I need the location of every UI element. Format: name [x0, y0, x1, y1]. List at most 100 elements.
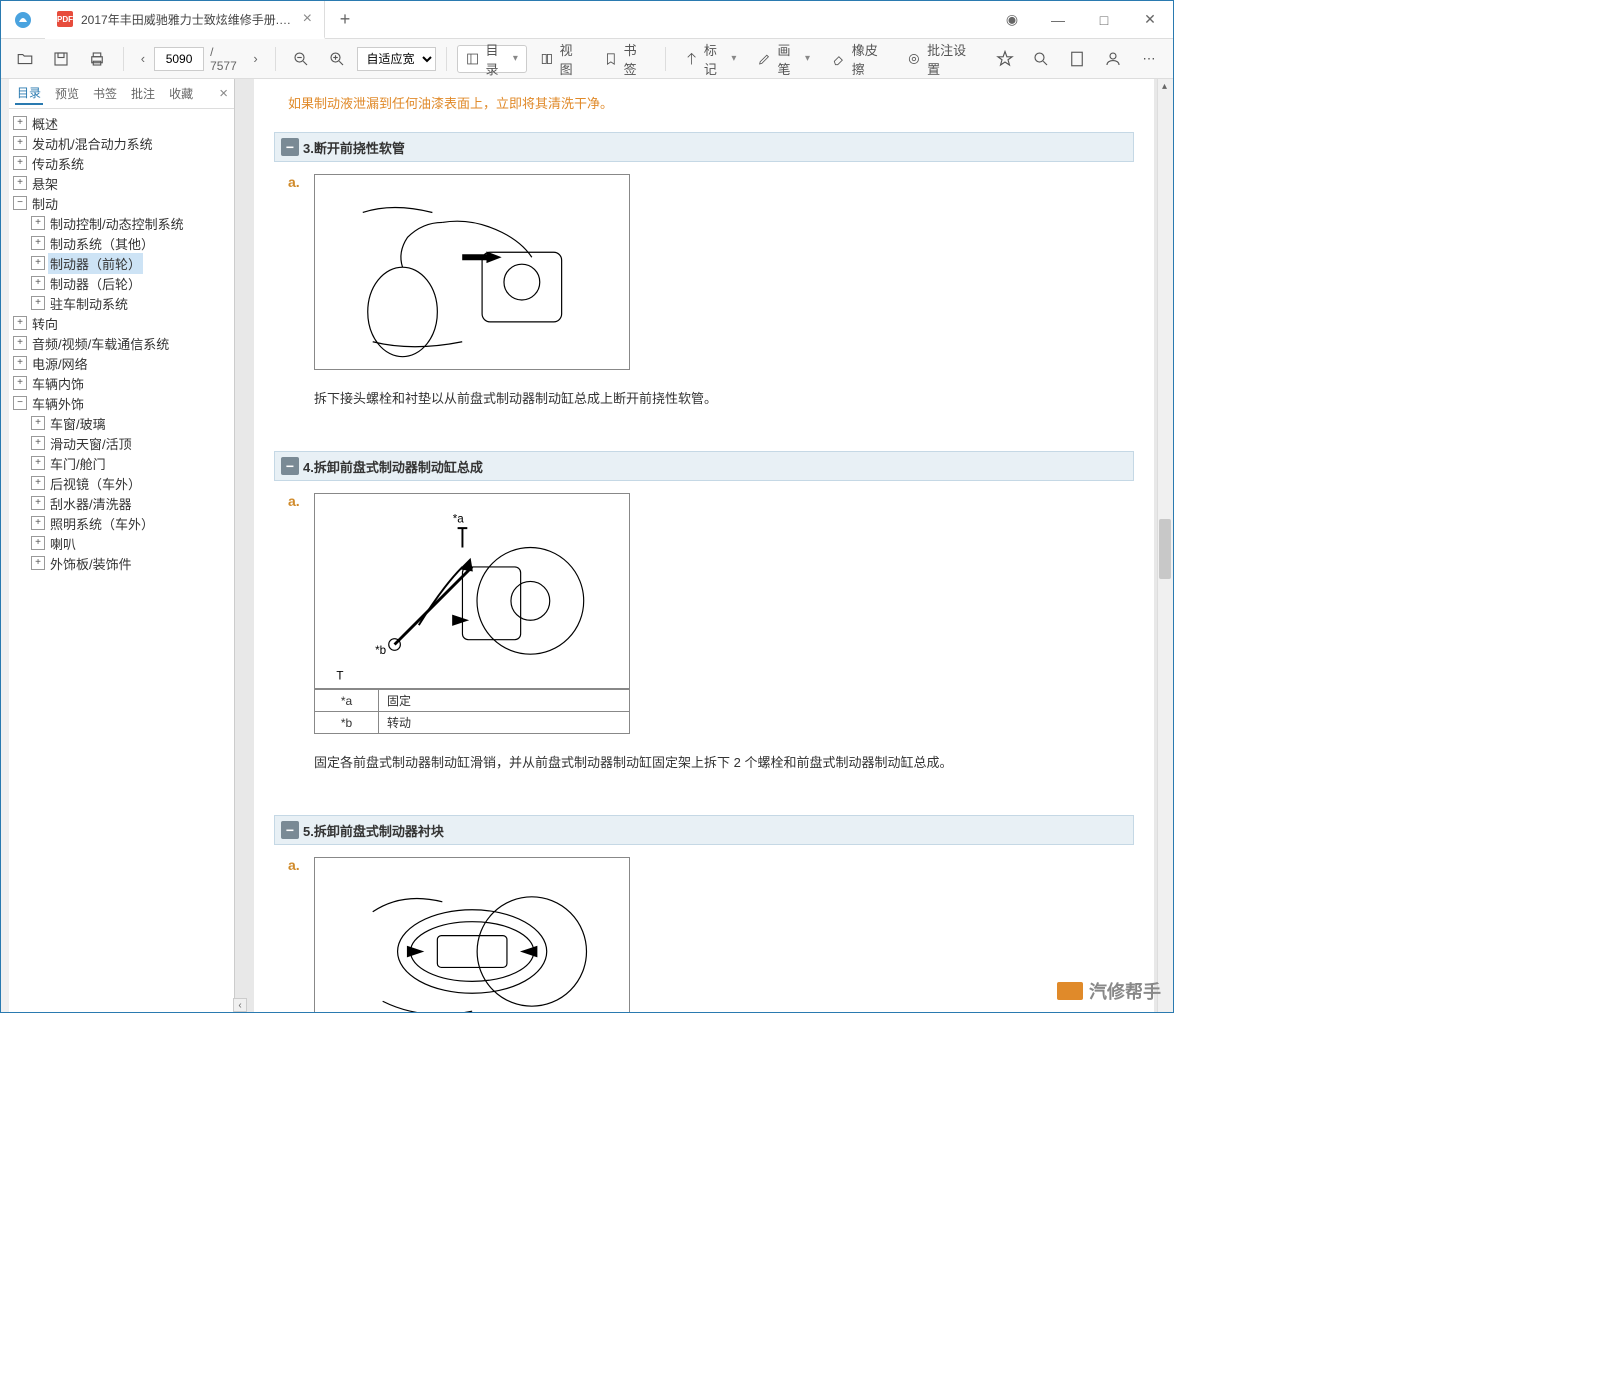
- outline-item[interactable]: +传动系统: [9, 153, 234, 173]
- search-button[interactable]: [1025, 45, 1057, 73]
- bookmark-button[interactable]: 书签: [595, 45, 655, 73]
- outline-item[interactable]: +驻车制动系统: [9, 293, 234, 313]
- expand-icon[interactable]: +: [31, 476, 45, 490]
- expand-icon[interactable]: +: [13, 176, 27, 190]
- scrollbar-thumb[interactable]: [1159, 519, 1171, 579]
- toolbar: ‹ / 7577 › 自适应宽 目录 ▾ 视图 书签 标记 ▾: [1, 39, 1173, 79]
- svg-text:T: T: [336, 669, 343, 682]
- view-button[interactable]: 视图: [531, 45, 591, 73]
- collapse-icon[interactable]: −: [13, 396, 27, 410]
- account-button[interactable]: [1097, 45, 1129, 73]
- expand-icon[interactable]: +: [13, 156, 27, 170]
- outline-item[interactable]: +转向: [9, 313, 234, 333]
- mark-button[interactable]: 标记 ▾: [676, 45, 746, 73]
- outline-item[interactable]: −制动: [9, 193, 234, 213]
- maximize-button[interactable]: □: [1081, 1, 1127, 39]
- outline-item[interactable]: +概述: [9, 113, 234, 133]
- side-tab-outline[interactable]: 目录: [15, 82, 43, 105]
- expand-icon[interactable]: +: [13, 376, 27, 390]
- outline-item[interactable]: +发动机/混合动力系统: [9, 133, 234, 153]
- section-header[interactable]: − 3.断开前挠性软管: [274, 132, 1134, 162]
- outline-item[interactable]: +车辆内饰: [9, 373, 234, 393]
- vertical-scrollbar[interactable]: ▴: [1157, 79, 1173, 1012]
- collapse-icon[interactable]: −: [281, 138, 299, 156]
- expand-icon[interactable]: +: [31, 456, 45, 470]
- annotation-settings-button[interactable]: 批注设置: [898, 45, 981, 73]
- expand-icon[interactable]: +: [31, 536, 45, 550]
- expand-icon[interactable]: +: [31, 216, 45, 230]
- expand-icon[interactable]: +: [13, 356, 27, 370]
- side-tab-annot[interactable]: 批注: [129, 83, 157, 104]
- next-page-button[interactable]: ›: [246, 47, 264, 71]
- collapse-icon[interactable]: −: [13, 196, 27, 210]
- close-panel-icon[interactable]: ×: [219, 85, 228, 102]
- tab-close-icon[interactable]: ×: [303, 10, 312, 28]
- outline-item[interactable]: +外饰板/装饰件: [9, 553, 234, 573]
- content-viewport[interactable]: 如果制动液泄漏到任何油漆表面上，立即将其清洗干净。 − 3.断开前挠性软管 a.: [235, 79, 1173, 1012]
- outline-item[interactable]: +喇叭: [9, 533, 234, 553]
- expand-icon[interactable]: +: [31, 236, 45, 250]
- expand-icon[interactable]: +: [13, 136, 27, 150]
- side-tab-fav[interactable]: 收藏: [167, 83, 195, 104]
- step-label: a.: [288, 857, 300, 873]
- outline-label: 后视镜（车外）: [48, 473, 143, 494]
- section-header[interactable]: − 5.拆卸前盘式制动器衬块: [274, 815, 1134, 845]
- expand-icon[interactable]: +: [13, 316, 27, 330]
- expand-icon[interactable]: +: [31, 436, 45, 450]
- section-title: 3.断开前挠性软管: [303, 138, 405, 157]
- page-button[interactable]: [1061, 45, 1093, 73]
- zoom-select[interactable]: 自适应宽: [357, 47, 436, 71]
- outline-item[interactable]: +制动系统（其他）: [9, 233, 234, 253]
- save-button[interactable]: [45, 45, 77, 73]
- more-button[interactable]: ⋯: [1133, 45, 1165, 73]
- section-header[interactable]: − 4.拆卸前盘式制动器制动缸总成: [274, 451, 1134, 481]
- record-icon[interactable]: ◉: [989, 1, 1035, 39]
- panel-resize-handle[interactable]: ‹: [233, 998, 247, 1012]
- outline-item[interactable]: +照明系统（车外）: [9, 513, 234, 533]
- page-input[interactable]: [154, 47, 204, 71]
- outline-item[interactable]: +刮水器/清洗器: [9, 493, 234, 513]
- outline-item[interactable]: +制动控制/动态控制系统: [9, 213, 234, 233]
- open-file-button[interactable]: [9, 45, 41, 73]
- close-window-button[interactable]: ✕: [1127, 1, 1173, 39]
- expand-icon[interactable]: +: [31, 256, 45, 270]
- expand-icon[interactable]: +: [31, 556, 45, 570]
- expand-icon[interactable]: +: [31, 516, 45, 530]
- prev-page-button[interactable]: ‹: [134, 47, 152, 71]
- outline-item[interactable]: +制动器（前轮）: [9, 253, 234, 273]
- favorite-button[interactable]: [989, 45, 1021, 73]
- side-tab-preview[interactable]: 预览: [53, 83, 81, 104]
- outline-item[interactable]: −车辆外饰: [9, 393, 234, 413]
- side-tab-bookmark[interactable]: 书签: [91, 83, 119, 104]
- page-navigator: ‹ / 7577 ›: [134, 45, 265, 73]
- collapse-icon[interactable]: −: [281, 821, 299, 839]
- expand-icon[interactable]: +: [13, 336, 27, 350]
- outline-item[interactable]: +音频/视频/车载通信系统: [9, 333, 234, 353]
- expand-icon[interactable]: +: [31, 416, 45, 430]
- outline-item[interactable]: +车门/舱门: [9, 453, 234, 473]
- expand-icon[interactable]: +: [13, 116, 27, 130]
- outline-item[interactable]: +悬架: [9, 173, 234, 193]
- outline-tree[interactable]: +概述+发动机/混合动力系统+传动系统+悬架−制动+制动控制/动态控制系统+制动…: [9, 109, 234, 1012]
- outline-item[interactable]: +车窗/玻璃: [9, 413, 234, 433]
- outline-item[interactable]: +制动器（后轮）: [9, 273, 234, 293]
- outline-panel-button[interactable]: 目录 ▾: [457, 45, 527, 73]
- chevron-down-icon: ▾: [731, 53, 736, 64]
- new-tab-button[interactable]: +: [325, 1, 365, 38]
- zoom-out-button[interactable]: [285, 45, 317, 73]
- pen-button[interactable]: 画笔 ▾: [749, 45, 819, 73]
- outline-item[interactable]: +后视镜（车外）: [9, 473, 234, 493]
- outline-label: 悬架: [30, 173, 60, 194]
- zoom-in-button[interactable]: [321, 45, 353, 73]
- side-panel: 目录 预览 书签 批注 收藏 × +概述+发动机/混合动力系统+传动系统+悬架−…: [9, 79, 235, 1012]
- expand-icon[interactable]: +: [31, 296, 45, 310]
- expand-icon[interactable]: +: [31, 496, 45, 510]
- eraser-button[interactable]: 橡皮擦: [823, 45, 894, 73]
- document-tab[interactable]: PDF 2017年丰田威驰雅力士致炫维修手册.pdf ×: [45, 1, 325, 39]
- collapse-icon[interactable]: −: [281, 457, 299, 475]
- print-button[interactable]: [81, 45, 113, 73]
- minimize-button[interactable]: —: [1035, 1, 1081, 39]
- outline-item[interactable]: +电源/网络: [9, 353, 234, 373]
- outline-item[interactable]: +滑动天窗/活顶: [9, 433, 234, 453]
- expand-icon[interactable]: +: [31, 276, 45, 290]
